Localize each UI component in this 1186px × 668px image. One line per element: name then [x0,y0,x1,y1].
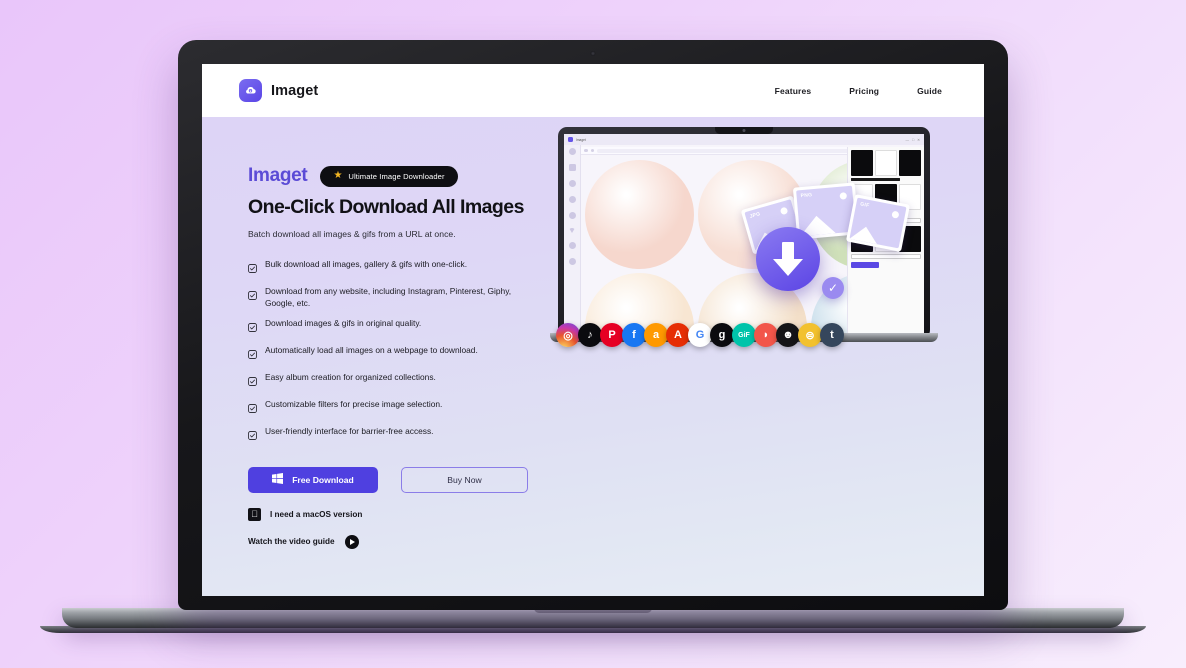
laptop-lid: Imaget Features Pricing Guide Imaget ★ U… [178,40,1008,610]
list-item: Customizable filters for precise image s… [248,399,548,418]
product-laptop-notch [715,127,773,134]
checkbox-checked-icon [248,427,257,445]
cta-row: Free Download Buy Now [248,466,548,493]
panel-action-button[interactable] [851,262,879,268]
video-guide-link[interactable]: Watch the video guide [248,534,548,549]
list-item: Easy album creation for organized collec… [248,372,548,391]
format-label: PNG [800,192,813,200]
checkbox-checked-icon [248,373,257,391]
product-screenshot: Imaget — □ ✕ JPG PNG GIF ✓ ◎ ♪ P f a A G… [550,127,950,372]
patreon-icon: ◗ [754,323,778,347]
sidebar-history-icon[interactable] [568,242,576,249]
check-circle-icon: ✓ [822,277,844,299]
format-label: JPG [749,211,762,220]
feature-label: User-friendly interface for barrier-free… [265,425,434,436]
sidebar-grid-icon[interactable] [568,148,576,155]
brand-logo[interactable]: Imaget [239,79,318,102]
page-title: One-Click Download All Images [248,196,524,218]
format-card-gif: GIF [845,194,911,252]
list-item: Automatically load all images on a webpa… [248,345,548,364]
feature-label: Download images & gifs in original quali… [265,317,422,328]
feature-label: Customizable filters for precise image s… [265,398,443,409]
app-titlebar: Imaget — □ ✕ [564,134,924,145]
nav-item-features[interactable]: Features [775,86,812,96]
feature-label: Easy album creation for organized collec… [265,371,436,382]
facebook-icon: f [622,323,646,347]
badge-label: Ultimate Image Downloader [348,171,445,181]
list-item: Bulk download all images, gallery & gifs… [248,259,548,278]
laptop-base [62,608,1124,628]
site-nav: Features Pricing Guide [775,86,942,96]
instagram-icon: ◎ [556,323,580,347]
status-badge: ★ Ultimate Image Downloader [320,165,458,187]
close-icon[interactable]: ✕ [917,138,920,142]
aliexpress-icon: A [666,323,690,347]
star-icon: ★ [333,170,343,181]
windows-icon [272,473,284,486]
supported-sites-icons: ◎ ♪ Pf a A Gg GiF ◗ ☻ ⊜ t [556,323,844,347]
hero-content: Imaget ★ Ultimate Image Downloader One-C… [248,165,548,549]
back-icon[interactable] [584,148,588,153]
giphy-icon: g [710,323,734,347]
image-thumbnail[interactable] [585,160,694,269]
macos-version-link[interactable]:  I need a macOS version [248,507,548,521]
nav-item-guide[interactable]: Guide [917,86,942,96]
app-title: Imaget [576,137,586,142]
free-download-label: Free Download [292,474,354,485]
play-icon[interactable] [344,534,359,549]
minimize-icon[interactable]: — [905,138,909,142]
buy-now-button[interactable]: Buy Now [401,466,528,493]
sidebar-settings-icon[interactable] [568,212,576,219]
checkbox-checked-icon [248,346,257,364]
download-arrow-icon [756,227,820,291]
cloud-download-icon [239,79,262,102]
hero-title-row: Imaget ★ Ultimate Image Downloader [248,165,548,187]
checkbox-checked-icon [248,400,257,418]
hero-section: Imaget ★ Ultimate Image Downloader One-C… [202,117,984,596]
window-controls[interactable]: — □ ✕ [905,138,920,142]
amazon-icon: a [644,323,668,347]
list-item: Download from any website, including Ins… [248,286,548,310]
sidebar-home-icon[interactable] [568,164,576,171]
tumblr-icon: t [820,323,844,347]
feature-label: Download from any website, including Ins… [265,286,512,308]
maximize-icon[interactable]: □ [912,138,914,142]
sidebar-filter-icon[interactable] [569,228,575,233]
laptop-mockup: Imaget Features Pricing Guide Imaget ★ U… [40,40,1146,633]
free-download-button[interactable]: Free Download [248,466,378,493]
sidebar-search-icon[interactable] [568,180,576,187]
coin-icon: ⊜ [798,323,822,347]
video-guide-label: Watch the video guide [248,537,335,547]
hero-subtitle: Batch download all images & gifs from a … [248,229,456,239]
apple-icon:  [248,507,261,521]
checkbox-checked-icon [248,260,257,278]
sidebar-album-icon[interactable] [568,196,576,203]
checkbox-checked-icon [248,287,257,305]
feature-label: Bulk download all images, gallery & gifs… [265,259,468,269]
pinterest-icon: P [600,323,624,347]
feature-label: Automatically load all images on a webpa… [265,344,478,355]
list-item: Download images & gifs in original quali… [248,318,548,337]
gif-icon: GiF [732,323,756,347]
laptop-screen: Imaget Features Pricing Guide Imaget ★ U… [202,64,984,596]
laptop-camera-icon [590,51,596,56]
hero-logo-text: Imaget [248,165,308,186]
app-sidebar [564,134,581,334]
google-icon: G [688,323,712,347]
nav-item-pricing[interactable]: Pricing [849,86,879,96]
grindr-icon: ☻ [776,323,800,347]
app-logo-icon [568,137,573,142]
site-header: Imaget Features Pricing Guide [202,64,984,117]
tiktok-icon: ♪ [578,323,602,347]
format-label: GIF [859,201,870,209]
list-item: User-friendly interface for barrier-free… [248,426,548,445]
macos-link-label: I need a macOS version [270,509,363,519]
brand-name: Imaget [271,82,319,99]
checkbox-checked-icon [248,319,257,337]
sidebar-more-icon[interactable] [568,258,576,265]
forward-icon[interactable] [590,148,594,153]
feature-list: Bulk download all images, gallery & gifs… [248,259,548,445]
